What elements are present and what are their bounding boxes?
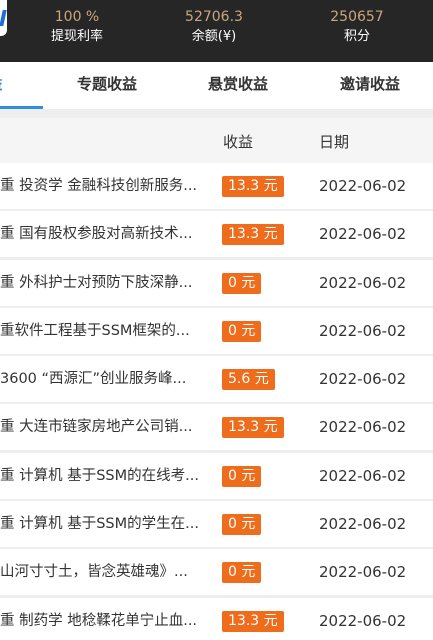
table-row[interactable]: 3600 “西源汇”创业服务峰... 5.6 元 2022-06-02 [0, 356, 433, 403]
tab-topic-earnings[interactable]: 专题收益 [57, 62, 157, 109]
earning-amount-badge: 0 元 [222, 272, 262, 294]
stat-withdraw-rate: 100 % 提现利率 [17, 8, 137, 46]
earning-amount-badge: 13.3 元 [222, 176, 284, 197]
document-title: 山河寸寸土，皆念英雄魂》... [0, 564, 188, 581]
document-title: 重 计算机 基于SSM的学生在... [0, 516, 199, 533]
app-logo-icon [0, 0, 7, 36]
stat-value: 52706.3 [185, 9, 243, 25]
table-row[interactable]: 重 投资学 金融科技创新服务... 13.3 元 2022-06-02 [0, 163, 433, 209]
active-tab-indicator [0, 106, 43, 109]
tab-bounty-earnings[interactable]: 悬赏收益 [188, 62, 288, 109]
document-title: 重 制药学 地稔鞣花单宁止血... [0, 612, 198, 629]
earning-amount-badge: 0 元 [222, 465, 262, 487]
earning-amount-badge: 13.3 元 [222, 417, 284, 439]
earning-amount-badge: 0 元 [222, 562, 262, 584]
document-title: 重 计算机 基于SSM的在线考... [0, 467, 199, 484]
column-header-date: 日期 [319, 133, 350, 151]
column-header-earnings: 收益 [223, 133, 254, 151]
earning-date: 2022-06-02 [319, 418, 407, 437]
earning-date: 2022-06-02 [319, 273, 407, 292]
table-row[interactable]: 重 计算机 基于SSM的学生在... 0 元 2022-06-02 [0, 501, 433, 548]
table-header: 收益 日期 [0, 118, 433, 166]
earning-date: 2022-06-02 [319, 370, 407, 389]
earnings-list: 重 投资学 金融科技创新服务... 13.3 元 2022-06-02 重 国有股权参… [0, 163, 433, 640]
stat-label: 积分 [343, 29, 370, 44]
earning-date: 2022-06-02 [319, 515, 407, 534]
earning-date: 2022-06-02 [319, 177, 407, 195]
earning-amount-badge: 5.6 元 [222, 369, 275, 391]
table-row[interactable]: 重软件工程基于SSM框架的... 0 元 2022-06-02 [0, 307, 433, 354]
document-title: 重软件工程基于SSM框架的... [0, 322, 190, 339]
table-row[interactable]: 山河寸寸土，皆念英雄魂》... 0 元 2022-06-02 [0, 549, 433, 596]
earning-date: 2022-06-02 [319, 563, 407, 582]
document-title: 重 国有股权参股对高新技术... [0, 226, 193, 243]
document-title: 重 大连市链家房地产公司销... [0, 419, 193, 436]
earning-date: 2022-06-02 [319, 611, 407, 630]
table-row[interactable]: 重 计算机 基于SSM的在线考... 0 元 2022-06-02 [0, 452, 433, 499]
earning-amount-badge: 13.3 元 [222, 224, 284, 246]
earning-date: 2022-06-02 [319, 225, 407, 244]
tab-invite-earnings[interactable]: 邀请收益 [320, 62, 420, 109]
stat-label: 提现利率 [50, 29, 103, 44]
stat-balance: 52706.3 余额(¥) [154, 8, 274, 46]
stat-value: 250657 [330, 9, 384, 25]
earning-date: 2022-06-02 [319, 466, 407, 485]
document-title: 重 投资学 金融科技创新服务... [0, 178, 198, 194]
tab-document-earnings[interactable]: 益 [0, 62, 20, 109]
table-row[interactable]: 重 制药学 地稔鞣花单宁止血... 13.3 元 2022-06-02 [0, 597, 433, 640]
document-title: 重 外科护士对预防下肢深静... [0, 274, 193, 291]
table-row[interactable]: 重 外科护士对预防下肢深静... 0 元 2022-06-02 [0, 259, 433, 306]
stats-header: 100 % 提现利率 52706.3 余额(¥) 250657 积分 [0, 0, 433, 62]
earning-amount-badge: 0 元 [222, 514, 262, 536]
stat-points: 250657 积分 [297, 8, 417, 46]
earning-amount-badge: 13.3 元 [222, 610, 284, 632]
table-row[interactable]: 重 大连市链家房地产公司销... 13.3 元 2022-06-02 [0, 404, 433, 451]
stat-value: 100 % [54, 9, 100, 25]
earning-amount-badge: 0 元 [222, 320, 262, 342]
document-title: 3600 “西源汇”创业服务峰... [0, 371, 187, 388]
table-row[interactable]: 重 国有股权参股对高新技术... 13.3 元 2022-06-02 [0, 211, 433, 258]
stat-label: 余额(¥) [191, 29, 237, 44]
earnings-tabs: 益 专题收益 悬赏收益 邀请收益 [0, 62, 433, 109]
earning-date: 2022-06-02 [319, 321, 407, 340]
